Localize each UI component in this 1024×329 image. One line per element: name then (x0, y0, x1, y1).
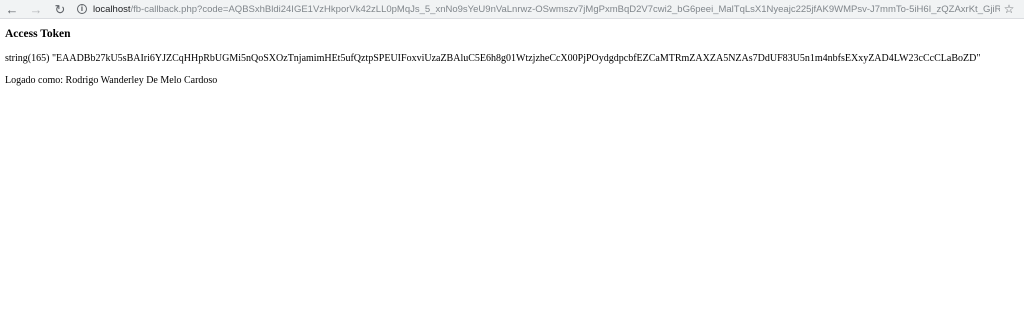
info-icon[interactable]: i (77, 4, 87, 14)
address-bar[interactable]: i localhost /fb-callback.php?code=AQBSxh… (77, 0, 1000, 18)
url-path: /fb-callback.php?code=AQBSxhBldi24IGE1Vz… (130, 3, 1001, 15)
star-icon[interactable]: ☆ (1000, 0, 1018, 18)
back-arrow-icon[interactable]: ← (3, 0, 21, 18)
logged-in-as-text: Logado como: Rodrigo Wanderley De Melo C… (5, 75, 218, 86)
url-host: localhost (93, 3, 131, 15)
page-title: Access Token (5, 28, 71, 40)
forward-arrow-icon[interactable]: → (27, 0, 45, 18)
reload-icon[interactable]: ↻ (51, 0, 69, 18)
page-content: Access Token string(165) "EAADBb27kU5sBA… (5, 19, 1024, 87)
access-token-dump: string(165) "EAADBb27kU5sBAIri6YJZCqHHpR… (5, 53, 981, 64)
browser-toolbar: ← → ↻ i localhost /fb-callback.php?code=… (0, 0, 1024, 19)
